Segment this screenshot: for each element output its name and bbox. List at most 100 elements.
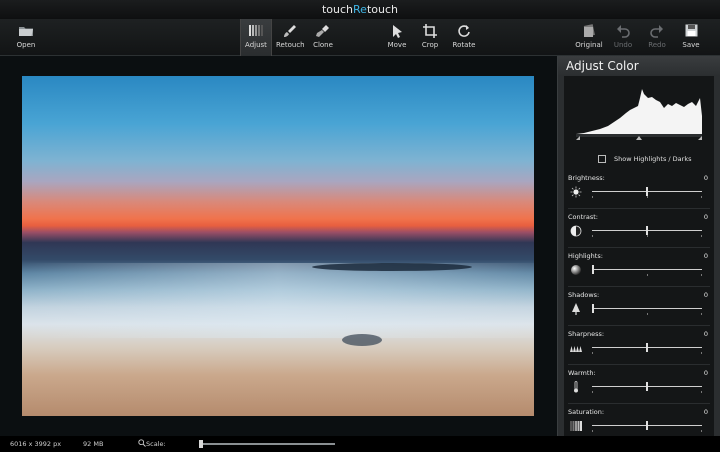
save-label: Save xyxy=(682,41,700,49)
divider xyxy=(568,364,710,365)
file-size: 92 MB xyxy=(83,440,104,448)
rotate-label: Rotate xyxy=(452,41,476,49)
clone-label: Clone xyxy=(313,41,333,49)
divider xyxy=(568,286,710,287)
retouch-label: Retouch xyxy=(276,41,305,49)
image-dimensions: 6016 x 3992 px xyxy=(10,440,62,448)
redo-label: Redo xyxy=(648,41,666,49)
original-image-icon xyxy=(574,19,604,41)
thermometer-icon xyxy=(570,381,582,393)
photo-preview[interactable] xyxy=(22,76,534,416)
adjust-button[interactable]: Adjust xyxy=(240,19,272,56)
clone-button[interactable]: Clone xyxy=(310,19,336,56)
saturation-slider[interactable] xyxy=(592,421,702,432)
toolbar: Open Adjust Retouch Clone Move Crop Rota… xyxy=(0,19,720,56)
sharpness-control: Sharpness: 0 xyxy=(568,330,710,368)
brightness-slider[interactable] xyxy=(592,187,702,198)
undo-label: Undo xyxy=(613,41,633,49)
warmth-slider[interactable] xyxy=(592,382,702,393)
divider xyxy=(568,403,710,404)
status-bar: 6016 x 3992 px 92 MB Scale: 15 % xyxy=(0,436,720,452)
retouch-button[interactable]: Retouch xyxy=(276,19,305,56)
slider-tick xyxy=(647,235,648,237)
warmth-slider-thumb[interactable] xyxy=(646,382,648,391)
crop-label: Crop xyxy=(421,41,439,49)
highlights-slider-thumb[interactable] xyxy=(592,265,594,274)
slider-tick xyxy=(592,196,593,198)
move-button[interactable]: Move xyxy=(384,19,410,56)
highlights-control: Highlights: 0 xyxy=(568,252,710,290)
title-bar: touchRetouch xyxy=(0,0,720,19)
brush-icon xyxy=(276,19,304,41)
shadows-label: Shadows: xyxy=(568,291,600,299)
show-highlights-checkbox[interactable] xyxy=(598,155,606,163)
shadows-slider-thumb[interactable] xyxy=(592,304,594,313)
redo-button[interactable]: Redo xyxy=(644,19,670,56)
sun-icon xyxy=(570,186,582,198)
adjust-label: Adjust xyxy=(245,41,267,49)
scale-label: Scale: 15 % xyxy=(146,440,166,448)
shadows-slider[interactable] xyxy=(592,304,702,315)
adjust-color-panel: Adjust Color Show Highlights / Darks Bri… xyxy=(557,56,720,436)
divider xyxy=(568,325,710,326)
contrast-control: Contrast: 0 xyxy=(568,213,710,251)
zoom-slider-thumb[interactable] xyxy=(199,440,203,448)
rotate-button[interactable]: Rotate xyxy=(450,19,478,56)
brightness-control: Brightness: 0 xyxy=(568,174,710,212)
saturation-value: 0 xyxy=(703,408,708,416)
slider-tick xyxy=(701,352,702,354)
highlights-slider[interactable] xyxy=(592,265,702,276)
contrast-value: 0 xyxy=(703,213,708,221)
cursor-icon xyxy=(384,19,410,41)
move-label: Move xyxy=(387,41,407,49)
show-highlights-label: Show Highlights / Darks xyxy=(614,155,692,163)
shadows-control: Shadows: 0 xyxy=(568,291,710,329)
contrast-icon xyxy=(570,225,582,237)
rotate-icon xyxy=(450,19,478,41)
histogram xyxy=(574,86,704,144)
folder-icon xyxy=(12,19,40,41)
sharpness-icon xyxy=(570,342,582,354)
show-highlights-toggle[interactable]: Show Highlights / Darks xyxy=(598,155,691,163)
warmth-control: Warmth: 0 xyxy=(568,369,710,407)
tree-icon xyxy=(570,303,582,315)
contrast-slider[interactable] xyxy=(592,226,702,237)
wave-shape xyxy=(312,263,472,271)
adjust-icon xyxy=(241,19,271,41)
saturation-label: Saturation: xyxy=(568,408,605,416)
open-button[interactable]: Open xyxy=(12,19,40,56)
zoom-slider[interactable] xyxy=(199,440,335,448)
magnifier-icon xyxy=(138,439,146,447)
slider-tick xyxy=(701,391,702,393)
contrast-label: Contrast: xyxy=(568,213,598,221)
undo-icon xyxy=(610,19,636,41)
sharpness-label: Sharpness: xyxy=(568,330,605,338)
warmth-value: 0 xyxy=(703,369,708,377)
sharpness-slider[interactable] xyxy=(592,343,702,354)
panel-title: Adjust Color xyxy=(558,56,720,76)
sea-highlight xyxy=(22,263,534,338)
highlights-label: Highlights: xyxy=(568,252,603,260)
contrast-slider-thumb[interactable] xyxy=(646,226,648,235)
brightness-slider-thumb[interactable] xyxy=(646,187,648,196)
image-canvas[interactable] xyxy=(0,56,557,436)
undo-button[interactable]: Undo xyxy=(610,19,636,56)
brightness-label: Brightness: xyxy=(568,174,605,182)
slider-tick xyxy=(701,235,702,237)
saturation-slider-thumb[interactable] xyxy=(646,421,648,430)
slider-tick xyxy=(701,196,702,198)
slider-tick xyxy=(701,430,702,432)
sharpness-slider-thumb[interactable] xyxy=(646,343,648,352)
slider-tick xyxy=(592,391,593,393)
save-button[interactable]: Save xyxy=(678,19,704,56)
save-icon xyxy=(678,19,704,41)
original-label: Original xyxy=(575,41,603,49)
clone-stamp-icon xyxy=(310,19,336,41)
original-button[interactable]: Original xyxy=(574,19,604,56)
brightness-value: 0 xyxy=(703,174,708,182)
redo-icon xyxy=(644,19,670,41)
crop-button[interactable]: Crop xyxy=(418,19,442,56)
app-title: touchRetouch xyxy=(321,3,398,16)
slider-tick xyxy=(701,274,702,276)
divider xyxy=(568,208,710,209)
